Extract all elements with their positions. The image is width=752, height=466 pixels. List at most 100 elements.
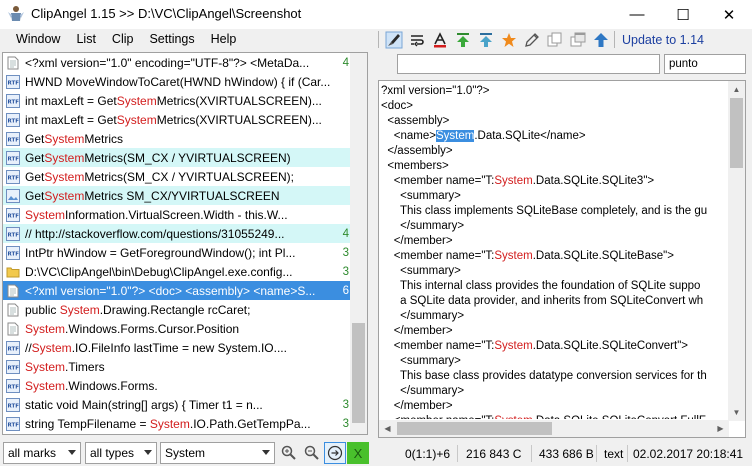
clip-row[interactable]: GetSystemMetrics SM_CX/YVIRTUALSCREEN [3, 186, 367, 205]
svg-text:RTF: RTF [8, 251, 20, 257]
clip-row-text: GetSystemMetrics(SM_CX / YVIRTUALSCREEN)… [25, 169, 294, 184]
toolbar-grip [378, 31, 379, 48]
viewer-hscroll-thumb[interactable] [397, 422, 552, 435]
svg-text:RTF: RTF [8, 384, 20, 390]
clip-text-content[interactable]: ?xml version="1.0"?> <doc> <assembly> <na… [381, 84, 728, 419]
scroll-down-icon[interactable]: ▼ [728, 404, 745, 421]
scroll-left-icon[interactable]: ◀ [379, 420, 396, 437]
clip-row-text: System.Windows.Forms.Cursor.Position [25, 321, 240, 336]
filter-text-input[interactable]: System [160, 442, 275, 464]
clip-row[interactable]: RTF //System.IO.FileInfo lastTime = new S… [3, 338, 367, 357]
clip-row[interactable]: RTF int maxLeft = GetSystemMetrics(XVIRTU… [3, 91, 367, 110]
zoom-out-icon[interactable] [301, 442, 323, 464]
menu-window[interactable]: Window [8, 29, 68, 50]
clip-list[interactable]: <?xml version="1.0" encoding="UTF-8"?> <… [2, 52, 368, 435]
code-line: </summary> [381, 310, 465, 322]
clip-row[interactable]: RTF GetSystemMetrics [3, 129, 367, 148]
clip-row[interactable]: System.Windows.Forms.Cursor.Position [3, 319, 367, 338]
clip-row-text: string TempFilename = System.IO.Path.Get… [25, 416, 311, 431]
menu-help[interactable]: Help [203, 29, 245, 50]
rtf-clip-icon: RTF [6, 112, 20, 127]
update-link[interactable]: Update to 1.14 [622, 33, 704, 47]
brush-icon[interactable] [382, 30, 405, 50]
marks-filter-value: all marks [8, 446, 57, 460]
clip-row-text: // http://stackoverflow.com/questions/31… [25, 226, 285, 241]
status-timestamp: 02.02.2017 20:18:41 [633, 447, 744, 461]
list-scrollbar-thumb[interactable] [352, 323, 365, 423]
rtf-clip-icon: RTF [6, 150, 20, 165]
go-filter-button[interactable] [324, 442, 346, 464]
clip-row[interactable]: RTF // http://stackoverflow.com/questions… [3, 224, 367, 243]
viewer-horizontal-scrollbar[interactable]: ◀ ▶ [379, 420, 729, 437]
rtf-clip-icon: RTF [6, 378, 20, 393]
clip-row[interactable]: RTF System.Timers [3, 357, 367, 376]
pencil-icon[interactable] [520, 30, 543, 50]
clip-row[interactable]: RTF int maxLeft = GetSystemMetrics(XVIRTU… [3, 110, 367, 129]
scroll-right-icon[interactable]: ▶ [712, 420, 729, 437]
clip-text-viewer[interactable]: ?xml version="1.0"?> <doc> <assembly> <na… [378, 80, 746, 438]
text-clip-icon [6, 303, 20, 317]
status-separator [457, 445, 458, 462]
copy-icon[interactable] [543, 30, 566, 50]
code-line: ?xml version="1.0"?> [381, 85, 490, 97]
clip-row[interactable]: RTF SystemInformation.VirtualScreen.Width… [3, 205, 367, 224]
clip-row-count: 4 [342, 56, 349, 69]
star-icon[interactable] [497, 30, 520, 50]
clip-row[interactable]: <?xml version="1.0" encoding="UTF-8"?> <… [3, 53, 367, 72]
search-input[interactable] [397, 54, 660, 74]
svg-text:RTF: RTF [8, 365, 20, 371]
menu-settings[interactable]: Settings [141, 29, 202, 50]
clip-row-count: 3 [342, 246, 349, 259]
close-button[interactable]: ✕ [706, 0, 752, 29]
status-separator [627, 445, 628, 462]
rtf-clip-icon: RTF [6, 169, 20, 184]
status-position: 0(1:1)+6 [405, 447, 451, 461]
clip-row-text: <?xml version="1.0" encoding="UTF-8"?> <… [25, 55, 310, 70]
keyboard-layout-field[interactable]: punto [664, 54, 746, 74]
arrow-up-bar-icon[interactable] [474, 30, 497, 50]
chevron-down-icon [262, 450, 270, 455]
clip-row[interactable]: RTF static void Main(string[] args) { Tim… [3, 395, 367, 414]
clear-filter-button[interactable]: X [347, 442, 369, 464]
clip-row[interactable]: RTF IntPtr hWindow = GetForegroundWindow(… [3, 243, 367, 262]
clip-row-text: <?xml version="1.0"?> <doc> <assembly> <… [25, 283, 316, 298]
toolbar-separator [614, 31, 615, 48]
bottom-bar: all marks all types System X 0(1:1)+6 21… [0, 440, 752, 466]
clip-row[interactable]: RTF GetSystemMetrics(SM_CX / YVIRTUALSCRE… [3, 167, 367, 186]
status-separator [596, 445, 597, 462]
clip-row[interactable]: <?xml version="1.0"?> <doc> <assembly> <… [3, 281, 367, 300]
viewer-vertical-scrollbar[interactable]: ▲ ▼ [728, 81, 745, 421]
wrap-text-icon[interactable] [405, 30, 428, 50]
clip-row[interactable]: public System.Drawing.Rectangle rcCaret; [3, 300, 367, 319]
window-icon[interactable] [566, 30, 589, 50]
filter-text-value: System [165, 446, 206, 460]
rtf-clip-icon: RTF [6, 226, 20, 241]
clip-row[interactable]: RTF GetSystemMetrics(SM_CX / YVIRTUALSCRE… [3, 148, 367, 167]
clip-row-text: int maxLeft = GetSystemMetrics(XVIRTUALS… [25, 112, 322, 127]
code-line: This internal class provides the foundat… [381, 280, 701, 292]
rtf-clip-icon: RTF [6, 74, 20, 89]
clip-row[interactable]: RTF HWND MoveWindowToCaret(HWND hWindow) … [3, 72, 367, 91]
types-filter-select[interactable]: all types [85, 442, 157, 464]
code-line: <summary> [381, 265, 461, 277]
zoom-in-icon[interactable] [278, 442, 300, 464]
list-scrollbar[interactable] [350, 53, 367, 434]
clip-row[interactable]: D:\VC\ClipAngel\bin\Debug\ClipAngel.exe.… [3, 262, 367, 281]
font-color-icon[interactable] [428, 30, 451, 50]
menu-clip[interactable]: Clip [104, 29, 142, 50]
menu-list[interactable]: List [68, 29, 103, 50]
svg-text:RTF: RTF [8, 403, 20, 409]
code-line: <name>System.Data.SQLite</name> [381, 130, 586, 142]
marks-filter-select[interactable]: all marks [3, 442, 81, 464]
menu-bar: Window List Clip Settings Help [0, 29, 376, 50]
clip-row[interactable]: RTF string TempFilename = System.IO.Path.… [3, 414, 367, 433]
rtf-clip-icon: RTF [6, 416, 20, 431]
arrow-up-blue-icon[interactable] [589, 30, 612, 50]
minimize-button[interactable]: — [614, 0, 660, 29]
clip-row-text: D:\VC\ClipAngel\bin\Debug\ClipAngel.exe.… [25, 264, 293, 279]
maximize-button[interactable]: ☐ [660, 0, 706, 29]
scroll-up-icon[interactable]: ▲ [728, 81, 745, 98]
clip-row[interactable]: RTF System.Windows.Forms. [3, 376, 367, 395]
viewer-scrollbar-thumb[interactable] [730, 98, 743, 168]
arrow-up-top-icon[interactable] [451, 30, 474, 50]
